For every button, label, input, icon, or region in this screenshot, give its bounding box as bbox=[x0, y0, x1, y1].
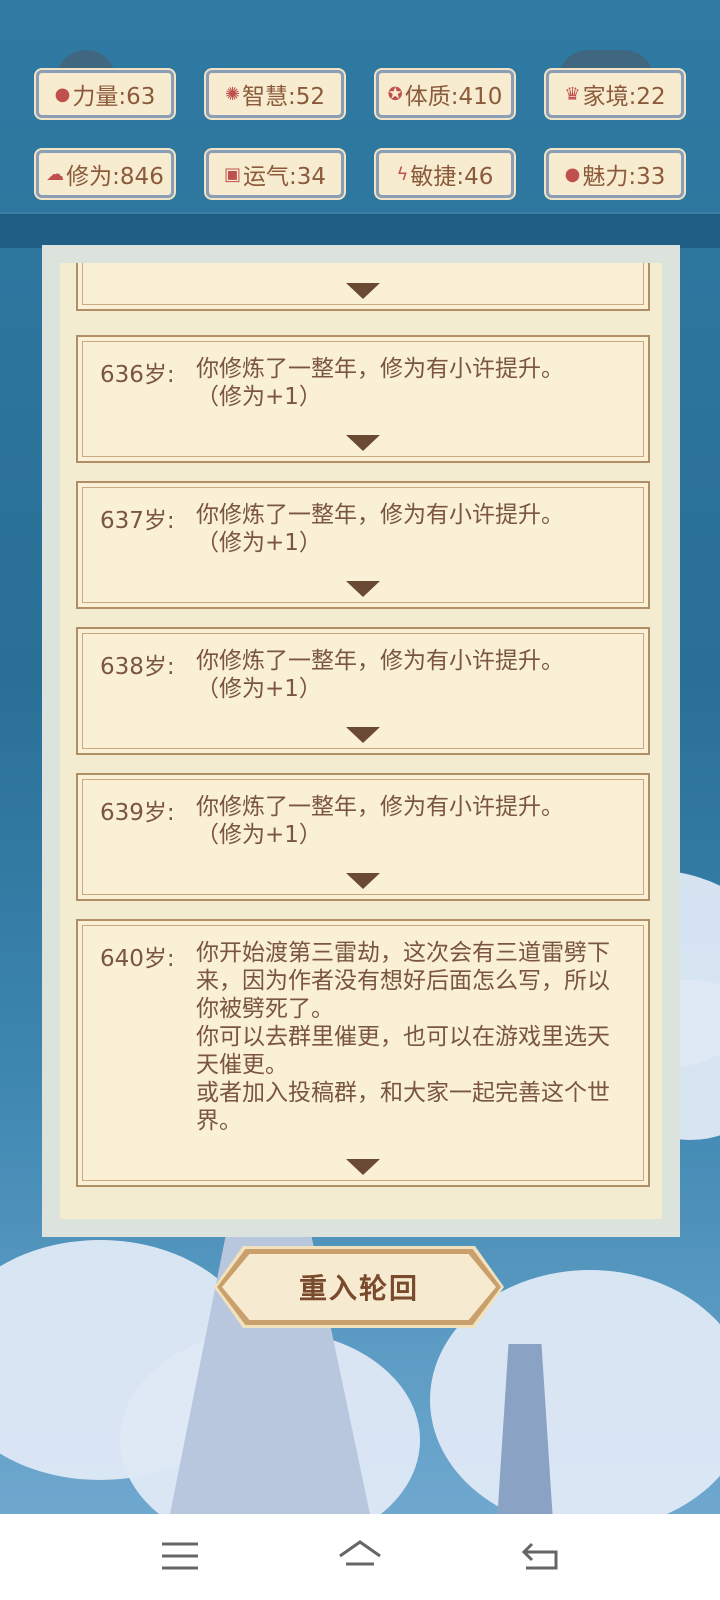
log-age: 638岁: bbox=[100, 654, 175, 680]
charm-icon: ● bbox=[564, 163, 581, 185]
log-age: 636岁: bbox=[100, 362, 175, 388]
log-event: 你修炼了一整年，修为有小许提升。 bbox=[196, 502, 564, 528]
agility-icon: ϟ bbox=[396, 163, 409, 185]
log-age: 640岁: bbox=[100, 946, 175, 972]
life-log-panel[interactable]: 636岁: 你修炼了一整年，修为有小许提升。 （修为+1） 637岁: 你修炼了一… bbox=[42, 245, 680, 1237]
expand-arrow-icon[interactable] bbox=[346, 581, 380, 597]
stat-agility: ϟ 敏捷:46 bbox=[374, 148, 516, 200]
log-effect: （修为+1） bbox=[196, 530, 322, 556]
stat-label: 体质:410 bbox=[404, 84, 503, 110]
stat-label: 家境:22 bbox=[582, 84, 666, 110]
log-age: 637岁: bbox=[100, 508, 175, 534]
log-card: 637岁: 你修炼了一整年，修为有小许提升。 （修为+1） bbox=[76, 481, 650, 609]
stat-charm: ● 魅力:33 bbox=[544, 148, 686, 200]
stat-label: 力量:63 bbox=[72, 84, 156, 110]
stat-label: 运气:34 bbox=[243, 164, 327, 190]
stat-wisdom: ✺ 智慧:52 bbox=[204, 68, 346, 120]
expand-arrow-icon[interactable] bbox=[346, 435, 380, 451]
expand-arrow-icon[interactable] bbox=[346, 1159, 380, 1175]
log-effect: （修为+1） bbox=[196, 384, 322, 410]
stat-cultivation: ☁ 修为:846 bbox=[34, 148, 176, 200]
log-event: 你修炼了一整年，修为有小许提升。 bbox=[196, 794, 564, 820]
header-band bbox=[0, 212, 720, 248]
log-event: 你开始渡第三雷劫，这次会有三道雷劈下来，因为作者没有想好后面怎么写，所以你被劈死… bbox=[196, 940, 610, 1134]
family-icon: ♛ bbox=[564, 83, 581, 105]
log-event: 你修炼了一整年，修为有小许提升。 bbox=[196, 648, 564, 674]
life-log-scroll[interactable]: 636岁: 你修炼了一整年，修为有小许提升。 （修为+1） 637岁: 你修炼了一… bbox=[60, 263, 662, 1219]
stat-family: ♛ 家境:22 bbox=[544, 68, 686, 120]
log-event: 你修炼了一整年，修为有小许提升。 bbox=[196, 356, 564, 382]
stat-label: 智慧:52 bbox=[242, 84, 326, 110]
strength-icon: ● bbox=[54, 83, 71, 105]
expand-arrow-icon[interactable] bbox=[346, 283, 380, 299]
log-text: 你修炼了一整年，修为有小许提升。 （修为+1） bbox=[196, 355, 618, 411]
back-icon[interactable] bbox=[516, 1534, 564, 1578]
log-card-previous bbox=[76, 263, 650, 311]
log-card: 636岁: 你修炼了一整年，修为有小许提升。 （修为+1） bbox=[76, 335, 650, 463]
stat-physique: ✪ 体质:410 bbox=[374, 68, 516, 120]
log-effect: （修为+1） bbox=[196, 676, 322, 702]
log-text: 你修炼了一整年，修为有小许提升。 （修为+1） bbox=[196, 647, 618, 703]
stat-label: 魅力:33 bbox=[582, 164, 666, 190]
expand-arrow-icon[interactable] bbox=[346, 727, 380, 743]
menu-icon[interactable] bbox=[156, 1534, 204, 1578]
reborn-button-label: 重入轮回 bbox=[298, 1272, 419, 1305]
log-card: 640岁: 你开始渡第三雷劫，这次会有三道雷劈下来，因为作者没有想好后面怎么写，… bbox=[76, 919, 650, 1187]
log-text: 你修炼了一整年，修为有小许提升。 （修为+1） bbox=[196, 793, 618, 849]
stat-luck: ▣ 运气:34 bbox=[204, 148, 346, 200]
luck-icon: ▣ bbox=[223, 163, 241, 185]
wisdom-icon: ✺ bbox=[224, 83, 241, 105]
home-icon[interactable] bbox=[336, 1534, 384, 1578]
physique-icon: ✪ bbox=[387, 83, 403, 105]
log-text: 你修炼了一整年，修为有小许提升。 （修为+1） bbox=[196, 501, 618, 557]
log-card: 638岁: 你修炼了一整年，修为有小许提升。 （修为+1） bbox=[76, 627, 650, 755]
stat-label: 敏捷:46 bbox=[410, 164, 494, 190]
stat-label: 修为:846 bbox=[66, 164, 164, 190]
stat-strength: ● 力量:63 bbox=[34, 68, 176, 120]
cultivation-icon: ☁ bbox=[46, 163, 65, 185]
log-effect: （修为+1） bbox=[196, 822, 322, 848]
system-nav-bar bbox=[0, 1514, 720, 1600]
log-card: 639岁: 你修炼了一整年，修为有小许提升。 （修为+1） bbox=[76, 773, 650, 901]
reborn-button[interactable]: 重入轮回 bbox=[214, 1246, 504, 1328]
log-age: 639岁: bbox=[100, 800, 175, 826]
expand-arrow-icon[interactable] bbox=[346, 873, 380, 889]
